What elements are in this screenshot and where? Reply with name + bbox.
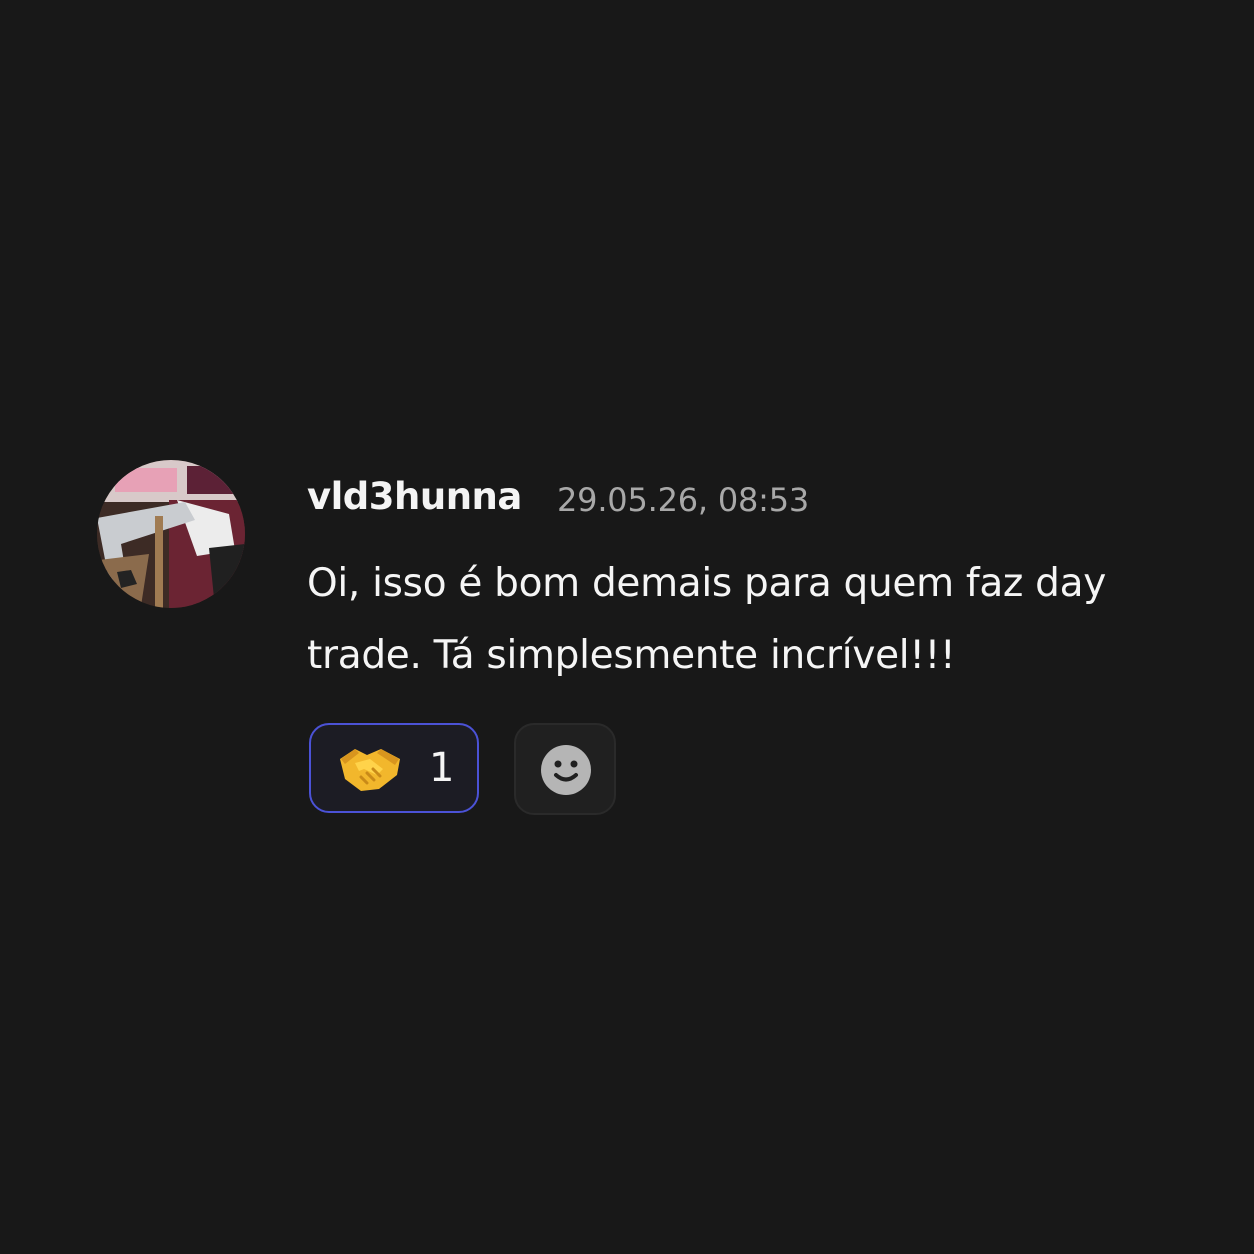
message-header: vld3hunna 29.05.26, 08:53 (307, 475, 1157, 525)
reaction-bar: 1 (307, 722, 707, 816)
reaction-handshake[interactable]: 1 (309, 723, 479, 813)
reaction-count: 1 (429, 745, 455, 791)
message-text: Oi, isso é bom demais para quem faz day … (307, 561, 1107, 678)
user-photo-avatar-icon (97, 460, 245, 608)
chat-message: vld3hunna 29.05.26, 08:53 Oi, isso é bom… (97, 460, 1157, 820)
handshake-icon (340, 749, 400, 791)
chat-screen: vld3hunna 29.05.26, 08:53 Oi, isso é bom… (0, 0, 1254, 1254)
smiley-face-icon (541, 745, 591, 795)
username[interactable]: vld3hunna (307, 475, 522, 518)
user-avatar[interactable] (97, 460, 245, 608)
add-reaction-button[interactable] (514, 723, 616, 815)
message-timestamp: 29.05.26, 08:53 (557, 481, 810, 519)
